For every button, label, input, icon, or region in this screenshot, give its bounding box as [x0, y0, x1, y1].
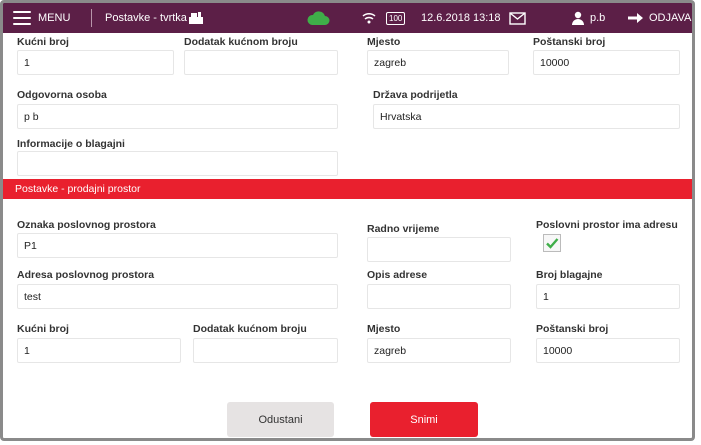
premises-addition-label: Dodatak kućnom broju	[193, 323, 307, 335]
house-number-field[interactable]: 1	[17, 50, 174, 75]
menu-label: MENU	[38, 12, 71, 24]
premises-addition-field[interactable]	[193, 338, 338, 363]
checkmark-icon	[546, 238, 559, 249]
postal-label: Poštanski broj	[533, 36, 606, 48]
register-number-field[interactable]: 1	[536, 284, 680, 309]
register-info-field[interactable]	[17, 151, 338, 176]
responsible-person-field[interactable]: p b	[17, 104, 338, 129]
city-field[interactable]: zagreb	[367, 50, 509, 75]
country-label: Država podrijetla	[373, 89, 458, 101]
premises-postal-field[interactable]: 10000	[536, 338, 680, 363]
datetime: 12.6.2018 13:18	[421, 12, 501, 24]
premises-city-field[interactable]: zagreb	[367, 338, 511, 363]
has-address-label: Poslovni prostor ima adresu	[536, 219, 678, 231]
top-bar: MENU Postavke - tvrtka 100 12.6.2018 13:…	[3, 3, 692, 33]
hamburger-icon	[13, 11, 31, 25]
user-icon	[571, 3, 585, 33]
register-number-label: Broj blagajne	[536, 269, 603, 281]
cancel-button[interactable]: Odustani	[227, 402, 334, 437]
address-description-field[interactable]	[367, 284, 511, 309]
postal-field[interactable]: 10000	[533, 50, 680, 75]
has-address-checkbox[interactable]	[543, 234, 561, 252]
screen-title: Postavke - tvrtka	[105, 12, 187, 24]
logout-label: ODJAVA	[649, 12, 692, 24]
premises-city-label: Mjesto	[367, 323, 401, 335]
address-description-label: Opis adrese	[367, 269, 428, 281]
save-button[interactable]: Snimi	[370, 402, 478, 437]
premises-address-field[interactable]: test	[17, 284, 338, 309]
arrow-right-icon	[628, 13, 643, 23]
premises-house-number-label: Kućni broj	[17, 323, 69, 335]
section-header: Postavke - prodajni prostor	[3, 179, 692, 199]
register-icon	[188, 3, 204, 33]
register-info-label: Informacije o blagajni	[17, 138, 125, 150]
battery-level: 100	[386, 11, 406, 25]
premises-postal-label: Poštanski broj	[536, 323, 609, 335]
premises-house-number-field[interactable]: 1	[17, 338, 181, 363]
logout-button[interactable]: ODJAVA	[628, 3, 691, 33]
addition-field[interactable]	[184, 50, 338, 75]
menu-button[interactable]: MENU	[13, 3, 70, 33]
divider	[91, 9, 92, 27]
house-number-label: Kućni broj	[17, 36, 69, 48]
mail-icon[interactable]	[509, 3, 526, 33]
user-name: p.b	[590, 12, 606, 24]
city-label: Mjesto	[367, 36, 401, 48]
country-field[interactable]: Hrvatska	[373, 104, 680, 129]
battery-icon: 100	[386, 3, 406, 33]
cloud-icon	[306, 3, 330, 33]
wifi-icon	[362, 3, 376, 33]
responsible-person-label: Odgovorna osoba	[17, 89, 107, 101]
app-window: MENU Postavke - tvrtka 100 12.6.2018 13:…	[0, 0, 695, 441]
premises-code-label: Oznaka poslovnog prostora	[17, 219, 156, 231]
working-hours-label: Radno vrijeme	[367, 223, 440, 235]
working-hours-field[interactable]	[367, 237, 511, 262]
premises-address-label: Adresa poslovnog prostora	[17, 269, 155, 281]
premises-code-field[interactable]: P1	[17, 233, 338, 258]
addition-label: Dodatak kućnom broju	[184, 36, 298, 48]
